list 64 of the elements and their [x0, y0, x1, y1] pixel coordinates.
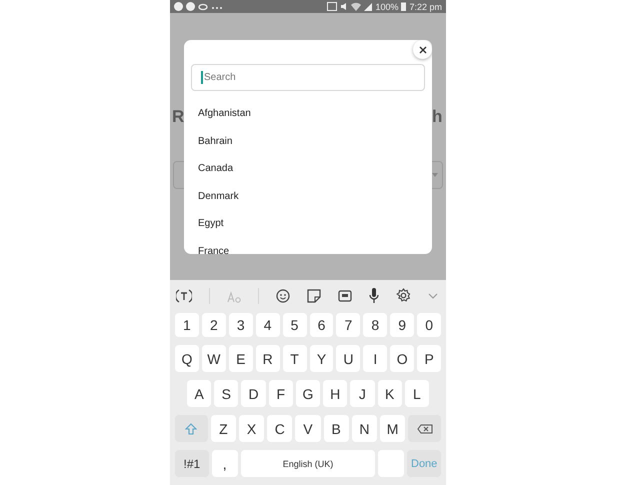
keyboard-key[interactable]: A [187, 380, 212, 407]
close-button[interactable] [413, 40, 432, 59]
country-option[interactable]: Bahrain [198, 128, 432, 155]
microphone-icon[interactable] [369, 288, 379, 303]
shift-icon [185, 422, 198, 434]
backspace-icon [416, 424, 433, 434]
keyboard-key[interactable]: K [378, 380, 402, 407]
keyboard-key[interactable]: 3 [228, 313, 253, 337]
country-option[interactable]: Egypt [198, 210, 432, 238]
keyboard-key[interactable]: , [212, 450, 238, 477]
country-option[interactable]: Afghanistan [198, 100, 432, 128]
page-heading: R [172, 107, 184, 127]
country-option[interactable]: France [198, 238, 432, 254]
keyboard-key[interactable]: F [268, 380, 293, 407]
battery-icon [401, 2, 406, 11]
keyboard-key[interactable]: 0 [417, 313, 442, 337]
keyboard-key[interactable]: P [417, 345, 442, 372]
keyboard-key[interactable]: C [267, 415, 292, 442]
wifi-icon [351, 2, 362, 11]
keyboard-key[interactable]: Y [310, 345, 334, 372]
keyboard-key[interactable]: Z [210, 415, 236, 442]
keyboard-key[interactable]: 5 [282, 313, 307, 337]
keyboard-key[interactable]: U [336, 345, 360, 372]
keyboard-key[interactable]: 7 [336, 313, 360, 337]
search-field[interactable]: Search [191, 64, 425, 91]
keyboard-key[interactable]: W [202, 345, 226, 372]
close-icon [418, 46, 426, 54]
text-mode-icon[interactable] [176, 288, 192, 302]
keyboard-key[interactable]: I [363, 345, 388, 372]
keyboard-key[interactable]: V [295, 415, 321, 442]
keyboard-key[interactable]: 4 [256, 313, 280, 337]
keyboard-key[interactable]: 1 [175, 313, 199, 337]
backspace-key[interactable] [408, 415, 441, 442]
keyboard-key[interactable]: 9 [390, 313, 414, 337]
country-option[interactable]: Canada [198, 155, 432, 182]
keyboard-key[interactable]: D [241, 380, 266, 407]
symbols-key[interactable]: !#1 [175, 450, 209, 477]
clock: 7:22 pm [409, 2, 442, 12]
keyboard-key[interactable]: L [404, 380, 429, 407]
keyboard-key[interactable]: H [323, 380, 348, 407]
keyboard-key[interactable]: 8 [363, 313, 388, 337]
keyboard-key[interactable]: X [238, 415, 264, 442]
caret-icon [432, 173, 438, 177]
keyboard-key[interactable]: T [282, 345, 307, 372]
keyboard-key[interactable]: B [324, 415, 349, 442]
emoji-icon[interactable] [276, 288, 290, 302]
keyboard-key[interactable]: S [214, 380, 238, 407]
page-heading: h [432, 107, 442, 127]
keyboard-key[interactable]: E [228, 345, 253, 372]
sticker-icon[interactable] [307, 288, 321, 302]
keyboard-key[interactable]: Q [175, 345, 199, 372]
keyboard-key[interactable]: G [296, 380, 320, 407]
keyboard-key[interactable]: N [352, 415, 377, 442]
keyboard-key[interactable]: 6 [310, 313, 334, 337]
settings-icon[interactable] [396, 288, 411, 303]
keyboard-key[interactable]: O [390, 345, 414, 372]
keyboard-key[interactable]: 2 [202, 313, 226, 337]
battery-percent: 100% [375, 2, 398, 12]
keyboard-key[interactable]: R [256, 345, 280, 372]
country-option[interactable]: Denmark [198, 182, 432, 210]
keyboard-key[interactable]: M [380, 415, 406, 442]
signal-icon [364, 2, 372, 11]
keyboard-key[interactable]: J [350, 380, 375, 407]
space-key[interactable]: English (UK) [240, 450, 376, 477]
